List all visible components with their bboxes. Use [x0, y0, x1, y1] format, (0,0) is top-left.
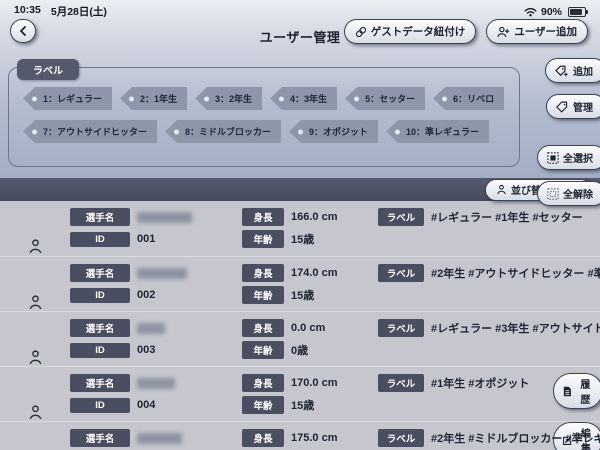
user-management-screen: 10:35 5月28日(土) 90% ユーザー管理 [0, 0, 600, 450]
player-age: 15歳 [291, 397, 314, 413]
label-chip-row-2: 7：アウトサイドヒッター 8：ミドルブロッカー 9：オポジット 10：準レギュラ… [23, 120, 511, 143]
player-list: 選手名 ID 001 身長 166.0 cm 年齢 15歳 ラベル #レギュラー #1年… [0, 201, 600, 450]
label-chip-6[interactable]: 6：リベロ [433, 87, 504, 110]
player-height: 0.0 cm [291, 322, 325, 334]
battery-percent: 90% [541, 6, 562, 18]
field-label-tags: ラベル [378, 208, 424, 226]
label-chip-5[interactable]: 5：セッター [345, 87, 425, 110]
label-chip-9[interactable]: 9：オポジット [289, 120, 378, 143]
person-icon [27, 349, 44, 366]
player-name-redacted [137, 433, 182, 444]
label-chip-10[interactable]: 10：準レギュラー [386, 120, 489, 143]
tag-icon [556, 101, 569, 113]
deselect-all-icon [547, 188, 559, 200]
person-icon [496, 184, 507, 195]
field-label-tags: ラベル [378, 429, 424, 447]
list-toolbar: 並び替え、削除 [0, 178, 600, 201]
field-label-height: 身長 [242, 208, 284, 226]
document-icon [562, 386, 572, 397]
field-label-age: 年齢 [242, 286, 284, 304]
player-height: 174.0 cm [291, 267, 337, 279]
add-label-button[interactable]: 追加 [545, 58, 600, 83]
page-title: ユーザー管理 [260, 27, 341, 46]
person-icon [27, 294, 44, 311]
field-label-tags: ラベル [378, 264, 424, 282]
guest-link-button[interactable]: ゲストデータ紐付け [344, 19, 477, 44]
player-id: 003 [137, 344, 155, 356]
player-row-1: 選手名 ID 001 身長 166.0 cm 年齢 15歳 ラベル #レギュラー #1年… [0, 201, 600, 256]
chevron-left-icon [19, 26, 27, 36]
clear-all-button[interactable]: 全解除 [537, 181, 600, 206]
field-label-height: 身長 [242, 319, 284, 337]
manage-labels-button[interactable]: 管理 [546, 94, 600, 119]
player-row-4: 選手名 ID 004 身長 170.0 cm 年齢 15歳 ラベル #1年生 #オポジッ… [0, 366, 600, 421]
label-chip-2[interactable]: 2：1年生 [120, 87, 187, 110]
label-panel: ラベル 1：レギュラー 2：1年生 3：2年生 4：3年生 5：セッター 6：リ… [8, 67, 520, 167]
select-all-icon [547, 152, 559, 164]
history-button[interactable]: 履歴 [553, 373, 600, 409]
field-label-name: 選手名 [70, 264, 130, 282]
person-icon [27, 238, 44, 255]
field-label-tags: ラベル [378, 319, 424, 337]
field-label-id: ID [70, 232, 130, 247]
player-height: 175.0 cm [291, 432, 337, 444]
player-id: 002 [137, 289, 155, 301]
player-row-2: 選手名 ID 002 身長 174.0 cm 年齢 15歳 ラベル #2年生 #アウトサ… [0, 256, 600, 311]
player-tags: #2年生 #ミドルブロッカー #準レギュラー [431, 430, 600, 446]
field-label-age: 年齢 [242, 396, 284, 414]
field-label-name: 選手名 [70, 429, 130, 447]
field-label-id: ID [70, 398, 130, 413]
player-row-3: 選手名 ID 003 身長 0.0 cm 年齢 0歳 ラベル #レギュラー #3年生 #… [0, 311, 600, 366]
field-label-name: 選手名 [70, 374, 130, 392]
player-height: 166.0 cm [291, 211, 337, 223]
field-label-name: 選手名 [70, 319, 130, 337]
field-label-id: ID [70, 343, 130, 358]
label-chip-3[interactable]: 3：2年生 [195, 87, 262, 110]
player-name-redacted [137, 323, 165, 334]
player-tags: #レギュラー #1年生 #セッター [431, 209, 583, 225]
tag-plus-icon [555, 65, 569, 77]
status-time: 10:35 [14, 4, 41, 19]
field-label-id: ID [70, 288, 130, 303]
person-plus-icon [497, 26, 510, 38]
add-user-button[interactable]: ユーザー追加 [486, 19, 588, 44]
player-name-redacted [137, 378, 175, 389]
player-name-redacted [137, 212, 192, 223]
side-button-column: 追加 管理 全選択 全解除 [537, 58, 600, 206]
label-chip-1[interactable]: 1：レギュラー [23, 87, 112, 110]
battery-icon [568, 7, 586, 17]
player-name-redacted [137, 268, 187, 279]
field-label-tags: ラベル [378, 374, 424, 392]
label-panel-title: ラベル [17, 59, 79, 80]
label-chip-7[interactable]: 7：アウトサイドヒッター [23, 120, 157, 143]
player-tags: #2年生 #アウトサイドヒッター #準レギュラー [431, 265, 600, 281]
person-icon [27, 404, 44, 421]
player-tags: #レギュラー #3年生 #アウトサイドヒッター [431, 320, 600, 336]
top-section: 10:35 5月28日(土) 90% ユーザー管理 [0, 0, 600, 178]
field-label-age: 年齢 [242, 341, 284, 359]
player-tags: #1年生 #オポジット [431, 375, 529, 391]
field-label-height: 身長 [242, 429, 284, 447]
label-chip-8[interactable]: 8：ミドルブロッカー [165, 120, 281, 143]
status-bar: 10:35 5月28日(土) 90% [0, 0, 600, 19]
player-height: 170.0 cm [291, 377, 337, 389]
player-id: 001 [137, 233, 155, 245]
player-age: 15歳 [291, 287, 314, 303]
player-age: 15歳 [291, 231, 314, 247]
field-label-height: 身長 [242, 264, 284, 282]
select-all-button[interactable]: 全選択 [537, 145, 600, 170]
field-label-age: 年齢 [242, 230, 284, 248]
field-label-name: 選手名 [70, 208, 130, 226]
status-date: 5月28日(土) [51, 4, 107, 19]
label-chip-row-1: 1：レギュラー 2：1年生 3：2年生 4：3年生 5：セッター 6：リベロ [23, 87, 511, 110]
label-chip-4[interactable]: 4：3年生 [270, 87, 337, 110]
field-label-height: 身長 [242, 374, 284, 392]
back-button[interactable] [10, 19, 36, 43]
player-row-5: 選手名 ID 身長175.0 cm 年齢 ラベル#2年生 #ミドルブロッカー #… [0, 421, 600, 450]
player-id: 004 [137, 399, 155, 411]
player-age: 0歳 [291, 342, 308, 358]
wifi-icon [524, 7, 537, 17]
link-icon [355, 26, 367, 38]
header: ユーザー管理 ゲストデータ紐付け ユーザー追加 [0, 19, 600, 53]
